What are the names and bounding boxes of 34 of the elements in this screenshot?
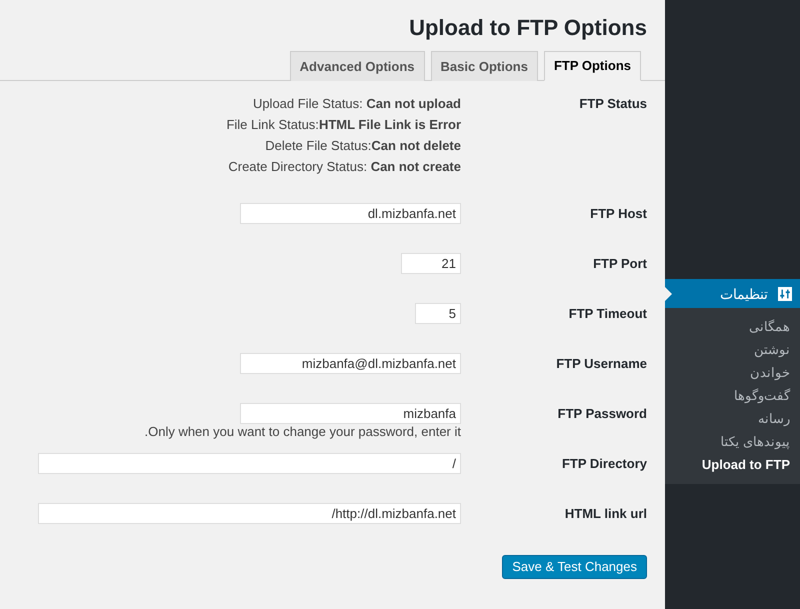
tab[interactable]: FTP Options bbox=[544, 51, 641, 81]
submenu-item[interactable]: همگانی bbox=[739, 315, 800, 338]
field-label: FTP Port bbox=[593, 255, 647, 273]
field-label: FTP Timeout bbox=[568, 305, 647, 323]
page-title: Upload to FTP Options bbox=[408, 14, 648, 42]
field-label: FTP Host bbox=[590, 205, 647, 223]
field-label: FTP Username bbox=[556, 355, 647, 373]
input-field[interactable]: / bbox=[38, 453, 461, 474]
input-field[interactable]: /http://dl.mizbanfa.net bbox=[38, 503, 461, 524]
status-text: File Link Status:HTML File Link is Error bbox=[226, 116, 461, 134]
tab[interactable]: Advanced Options bbox=[290, 51, 425, 81]
submenu-item[interactable]: گفت‌وگوها bbox=[724, 384, 800, 407]
field-label: FTP Directory bbox=[562, 455, 647, 473]
input-field[interactable]: mizbanfa bbox=[240, 403, 461, 424]
input-field[interactable]: mizbanfa@dl.mizbanfa.net bbox=[240, 353, 461, 374]
input-field[interactable]: 5 bbox=[415, 303, 461, 324]
field-label: FTP Password bbox=[558, 405, 647, 423]
tab[interactable]: Basic Options bbox=[430, 51, 538, 81]
input-field[interactable]: dl.mizbanfa.net bbox=[240, 203, 461, 224]
menu-item[interactable]: تنظیمات bbox=[665, 279, 800, 308]
status-text: Upload File Status: Can not upload bbox=[252, 95, 461, 113]
status-text: Create Directory Status: Can not create bbox=[228, 158, 461, 176]
save-button[interactable]: Save & Test Changes bbox=[502, 555, 647, 579]
submenu-item[interactable]: خواندن bbox=[740, 361, 800, 384]
input-field[interactable]: 21 bbox=[401, 253, 461, 274]
field-label: FTP Status bbox=[579, 95, 647, 113]
settings-icon bbox=[778, 286, 792, 300]
hint-text: .Only when you want to change your password, enter it bbox=[144, 424, 461, 440]
status-text: Delete File Status:Can not delete bbox=[265, 137, 461, 155]
submenu-item[interactable]: رسانه bbox=[748, 407, 800, 430]
submenu-item[interactable]: نوشتن bbox=[744, 338, 800, 361]
field-label: HTML link url bbox=[564, 505, 647, 523]
submenu-item[interactable]: پیوندهای یکتا bbox=[710, 430, 800, 453]
submenu-item[interactable]: Upload to FTP bbox=[692, 453, 800, 476]
